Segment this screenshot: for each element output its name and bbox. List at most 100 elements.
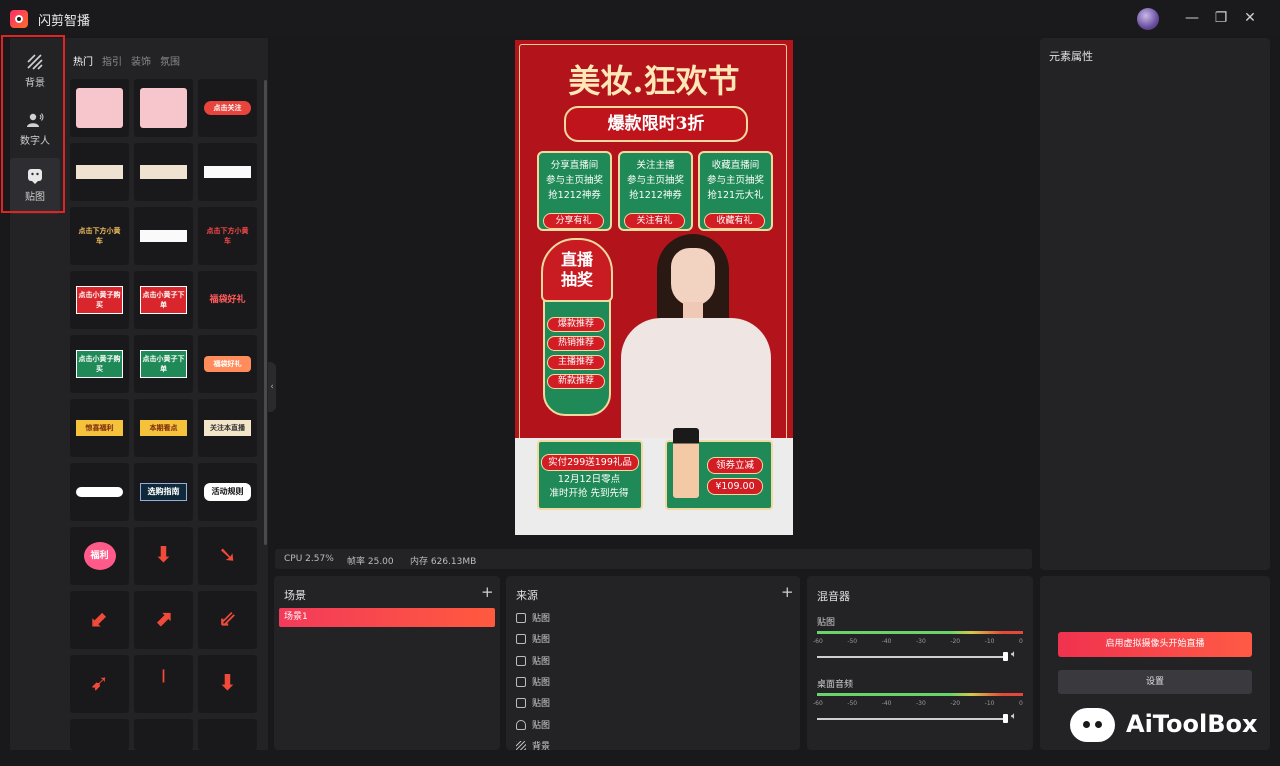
arrow-icon: ➹: [90, 671, 109, 696]
sticker-art: [140, 230, 187, 242]
sticker-art: [140, 165, 187, 179]
sticker-tile[interactable]: [198, 719, 257, 750]
scene-item[interactable]: 场景1: [279, 608, 495, 627]
minimize-button[interactable]: —: [1182, 8, 1202, 28]
add-source-button[interactable]: +: [781, 583, 794, 601]
source-label: 贴图: [532, 614, 551, 624]
close-button[interactable]: ✕: [1240, 8, 1260, 28]
sticker-tile[interactable]: 点击小黄子下单: [134, 271, 193, 329]
card-line: 参与主页抽奖: [545, 175, 603, 186]
sticker-tile[interactable]: 点击下方小黄车: [198, 207, 257, 265]
sticker-tile-text: 福袋好礼: [209, 295, 246, 305]
volume-icon[interactable]: 🔈︎: [1011, 711, 1017, 722]
card-line: 分享直播间: [550, 160, 599, 171]
sticker-tile[interactable]: 点击小黄子购买: [70, 335, 129, 393]
volume-slider-knob[interactable]: [1003, 714, 1008, 723]
start-live-button[interactable]: 启用虚拟摄像头开始直播: [1058, 632, 1252, 657]
arrow-icon: ⇙: [218, 607, 237, 632]
card-button: 收藏有礼: [704, 213, 765, 229]
volume-slider[interactable]: [817, 656, 1005, 658]
sticker-tile[interactable]: [70, 79, 129, 137]
sticker-tile[interactable]: [134, 719, 193, 750]
sticker-tile[interactable]: 关注本直播: [198, 399, 257, 457]
sticker-tile[interactable]: 选购指南: [134, 463, 193, 521]
source-item[interactable]: 贴图: [516, 612, 550, 626]
sticker-tile[interactable]: [70, 143, 129, 201]
lottery-item: 爆款推荐: [547, 317, 605, 332]
add-scene-button[interactable]: +: [481, 583, 494, 601]
sticker-art: 选购指南: [140, 483, 187, 501]
sticker-tile[interactable]: ➘: [198, 527, 257, 585]
sticker-tile[interactable]: ⬋: [70, 591, 129, 649]
live-preview-canvas[interactable]: 美妆.狂欢节 爆款限时3折 分享直播间 参与主页抽奖 抢1212神券 分享有礼 …: [515, 40, 793, 535]
restore-button[interactable]: ❐: [1211, 8, 1231, 28]
sticker-art: [204, 166, 251, 178]
source-item[interactable]: 贴图: [516, 719, 550, 733]
sticker-tile[interactable]: ➹: [70, 655, 129, 713]
sticker-tile[interactable]: ⇙: [198, 591, 257, 649]
sticker-tile-text: 点击小黄子购买: [78, 355, 121, 373]
sticker-art: 点击小黄子购买: [76, 350, 123, 378]
sticker-art: 点击小黄子下单: [140, 286, 187, 314]
scene-item-label: 场景1: [284, 612, 308, 622]
watermark-text: AiToolBox: [1126, 710, 1258, 738]
watermark-logo-icon: [1070, 708, 1115, 742]
cpu-usage: CPU 2.57%: [284, 554, 334, 564]
sticker-tile-text: 惊喜福利: [85, 424, 114, 432]
tab-atmosphere[interactable]: 氛围: [160, 53, 180, 68]
volume-icon[interactable]: 🔈︎: [1011, 649, 1017, 660]
sticker-tile[interactable]: 点击小黄子下单: [134, 335, 193, 393]
collapse-panel-button[interactable]: ‹: [268, 362, 276, 412]
sticker-tile[interactable]: [134, 143, 193, 201]
card-line: 抢1212神券: [548, 190, 601, 201]
sticker-art: 惊喜福利: [76, 420, 123, 436]
rail-highlight-box: [1, 35, 65, 213]
promo-line: 准时开抢 先到先得: [549, 488, 629, 499]
sticker-art: 点击关注: [204, 101, 251, 115]
card-button: 分享有礼: [543, 213, 604, 229]
sticker-scrollbar[interactable]: [264, 80, 267, 545]
sticker-tile[interactable]: [134, 207, 193, 265]
sticker-tile[interactable]: 点击下方小黄车: [70, 207, 129, 265]
card-line: 抢121元大礼: [707, 190, 764, 201]
sticker-tile[interactable]: [70, 463, 129, 521]
sticker-tile[interactable]: 活动规则: [198, 463, 257, 521]
tab-hot[interactable]: 热门: [73, 53, 93, 68]
sticker-tile[interactable]: ⬇: [134, 527, 193, 585]
sticker-tile[interactable]: ╵: [134, 655, 193, 713]
card-button: 关注有礼: [624, 213, 685, 229]
tab-guide[interactable]: 指引: [102, 53, 122, 68]
source-item[interactable]: 贴图: [516, 697, 550, 711]
sticker-tile[interactable]: 福袋好礼: [198, 335, 257, 393]
source-item[interactable]: 贴图: [516, 633, 550, 647]
level-tick-label: -40: [881, 638, 892, 645]
source-label: 贴图: [532, 635, 551, 646]
sticker-tile[interactable]: [198, 143, 257, 201]
user-avatar[interactable]: [1137, 8, 1159, 30]
sticker-tile[interactable]: 惊喜福利: [70, 399, 129, 457]
source-item[interactable]: 贴图: [516, 676, 550, 690]
sticker-art: [76, 88, 123, 128]
source-item[interactable]: 贴图: [516, 655, 550, 669]
sticker-tile[interactable]: 点击小黄子购买: [70, 271, 129, 329]
arrow-icon: ╵: [156, 671, 171, 696]
sticker-art: 点击下方小黄车: [76, 226, 123, 246]
volume-slider[interactable]: [817, 718, 1005, 720]
sticker-tile[interactable]: ⬇: [198, 655, 257, 713]
scene-title: 场景: [284, 589, 306, 602]
sticker-tile[interactable]: ⬈: [134, 591, 193, 649]
level-tick-label: -50: [847, 638, 858, 645]
arrow-icon: ⬋: [90, 607, 109, 632]
sticker-tile[interactable]: 福袋好礼: [198, 271, 257, 329]
sticker-tile[interactable]: 本期看点: [134, 399, 193, 457]
source-label: 贴图: [532, 656, 551, 667]
volume-slider-knob[interactable]: [1003, 652, 1008, 661]
sticker-tile[interactable]: [134, 79, 193, 137]
sticker-tile[interactable]: 点击关注: [198, 79, 257, 137]
sticker-tile[interactable]: 福利: [70, 527, 129, 585]
sticker-tile[interactable]: [70, 719, 129, 750]
source-item[interactable]: 背景: [516, 740, 550, 750]
tab-decor[interactable]: 装饰: [131, 53, 151, 68]
settings-button[interactable]: 设置: [1058, 670, 1252, 694]
lottery-title: 直播: [560, 250, 593, 269]
